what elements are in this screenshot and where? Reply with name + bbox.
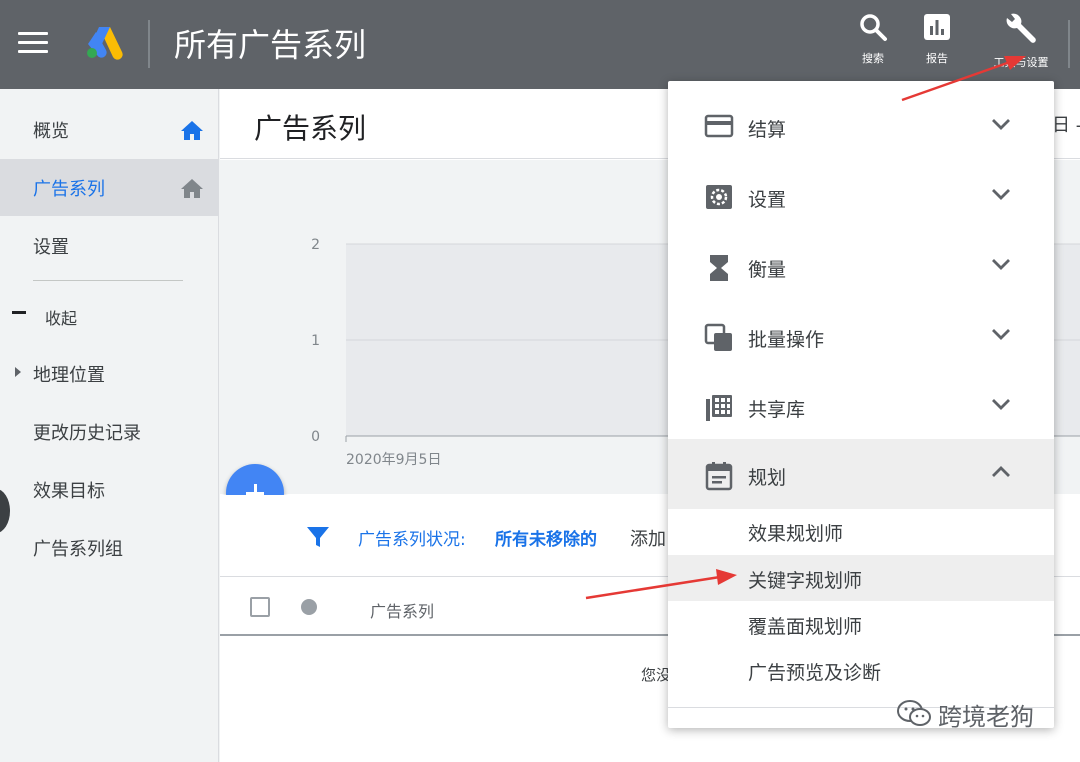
home-icon [181,179,203,198]
sidebar-item-label: 设置 [33,237,69,258]
report-button[interactable]: 报告 [907,12,967,66]
hourglass-icon [710,255,728,281]
menu-item-measurement[interactable]: 衡量 [668,231,1054,301]
sidebar-item-label: 广告系列 [33,179,105,200]
sidebar-item-locations[interactable]: 地理位置 [0,345,219,402]
sidebar-item-overview[interactable]: 概览 [0,101,219,158]
menu-subitem-label: 关键字规划师 [748,570,863,592]
page-title: 所有广告系列 [174,26,367,64]
tools-settings-menu: 结算 设置 衡量 批量操作 共享库 规划 效果规划师 关键字规划师 覆盖面规划师… [668,81,1054,728]
sidebar-item-label: 地理位置 [33,365,105,386]
chart-y-tick-label: 2 [311,237,320,253]
tools-settings-button[interactable]: 工具与设置 [980,12,1062,70]
watermark-text: 跨境老狗 [938,703,1034,731]
collapse-icon[interactable] [12,311,26,314]
sidebar-divider [33,280,183,281]
chart-y-tick-label: 1 [311,333,320,349]
column-header-campaign[interactable]: 广告系列 [370,598,434,622]
sidebar-item-campaign-groups[interactable]: 广告系列组 [0,519,219,576]
chart-x-tick-label: 2020年9月5日 [346,452,441,468]
menu-item-label: 规划 [748,467,787,489]
menu-subitem-keyword-planner[interactable]: 关键字规划师 [668,555,1054,601]
chevron-down-icon [992,399,1010,410]
home-icon [181,121,203,140]
menu-item-planning[interactable]: 规划 [668,439,1054,509]
gear-icon [706,185,732,209]
report-icon [924,14,950,40]
main-title: 广告系列 [254,112,367,145]
select-all-checkbox[interactable] [250,597,270,617]
filter-status-value[interactable]: 所有未移除的 [495,525,597,550]
sidebar-item-label: 概览 [33,121,69,142]
empty-state-text: 您没 [641,666,672,684]
chevron-down-icon [992,119,1010,130]
menu-item-settings[interactable]: 设置 [668,161,1054,231]
sidebar-item-label: 效果目标 [33,481,105,502]
sidebar-item-settings[interactable]: 设置 [0,217,219,274]
menu-item-label: 衡量 [748,259,787,281]
menu-icon[interactable] [18,32,48,56]
menu-item-bulk-actions[interactable]: 批量操作 [668,301,1054,371]
filter-icon[interactable] [306,525,330,549]
topbar-divider [148,20,150,68]
tools-settings-label: 工具与设置 [993,56,1049,69]
filter-status-label[interactable]: 广告系列状况: [358,525,466,550]
menu-subitem-label: 广告预览及诊断 [748,662,882,684]
status-column-icon [301,599,317,615]
bulk-copy-icon [704,323,732,351]
menu-subitem-performance-planner[interactable]: 效果规划师 [668,508,1054,554]
sidebar-item-label: 更改历史记录 [33,423,141,444]
menu-item-label: 共享库 [748,399,806,421]
top-app-bar: 所有广告系列 搜索 报告 工具与设置 [0,0,1080,89]
wechat-icon [897,700,931,726]
chevron-up-icon [992,466,1010,477]
sidebar: 概览 广告系列 设置 收起 地理位置 更改历史记录 效果目标 广告系列组 [0,89,219,762]
chevron-down-icon [992,259,1010,270]
report-label: 报告 [926,52,948,65]
search-label: 搜索 [862,52,884,65]
google-ads-logo[interactable] [84,24,124,60]
search-button[interactable]: 搜索 [843,12,903,66]
menu-item-billing[interactable]: 结算 [668,91,1054,161]
chevron-down-icon [992,189,1010,200]
menu-subitem-label: 效果规划师 [748,523,844,545]
menu-subitem-ad-preview[interactable]: 广告预览及诊断 [668,647,1054,693]
chart-y-tick-label: 0 [311,429,320,445]
menu-item-label: 设置 [748,189,787,211]
search-icon [860,14,887,41]
menu-subitem-label: 覆盖面规划师 [748,616,863,638]
menu-item-label: 结算 [748,119,787,141]
sidebar-item-campaigns[interactable]: 广告系列 [0,159,219,216]
sidebar-item-label: 广告系列组 [33,539,123,560]
chevron-down-icon [992,329,1010,340]
sidebar-item-change-history[interactable]: 更改历史记录 [0,403,219,460]
sidebar-item-goals[interactable]: 效果目标 [0,461,219,518]
menu-subitem-reach-planner[interactable]: 覆盖面规划师 [668,601,1054,647]
menu-item-shared-library[interactable]: 共享库 [668,371,1054,441]
calendar-icon [705,462,733,491]
billing-card-icon [704,114,734,138]
library-grid-icon [706,395,732,421]
topbar-divider-right [1068,20,1070,68]
add-filter-button[interactable]: 添加 [630,525,666,551]
wrench-icon [1006,13,1036,43]
sidebar-collapse-label[interactable]: 收起 [45,305,77,329]
menu-item-label: 批量操作 [748,329,825,351]
date-range-selector[interactable]: 日 - [1052,111,1080,137]
